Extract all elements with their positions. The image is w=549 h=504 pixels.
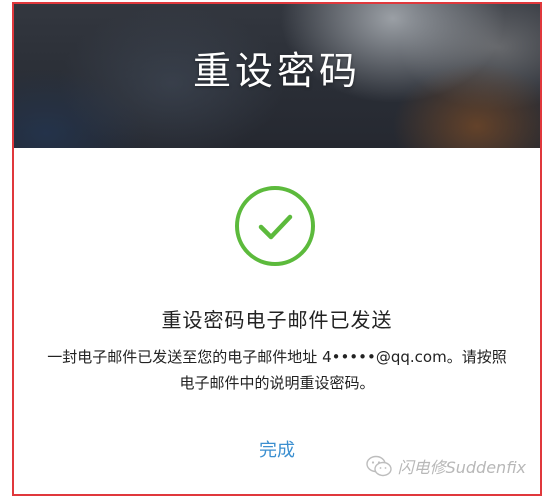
watermark: 闪电修Suddenfix bbox=[365, 454, 526, 478]
page-title: 重设密码 bbox=[192, 49, 361, 93]
checkmark-icon bbox=[258, 214, 293, 240]
wechat-icon bbox=[365, 455, 392, 477]
watermark-text: 闪电修Suddenfix bbox=[397, 458, 526, 477]
confirmation-heading: 重设密码电子邮件已发送 bbox=[161, 308, 393, 332]
reset-password-dialog: 重设密码 重设密码电子邮件已发送 一封电子邮件已发送至您的电子邮件地址 4•••… bbox=[12, 2, 542, 496]
confirmation-message: 一封电子邮件已发送至您的电子邮件地址 4•••••@qq.com。请按照电子邮件… bbox=[40, 344, 514, 396]
checkmark-circle-icon bbox=[235, 186, 315, 266]
header-banner: 重设密码 bbox=[14, 4, 540, 148]
message-prefix: 一封电子邮件已发送至您的电子邮件地址 bbox=[47, 348, 323, 366]
masked-email: 4•••••@qq.com bbox=[322, 348, 447, 366]
